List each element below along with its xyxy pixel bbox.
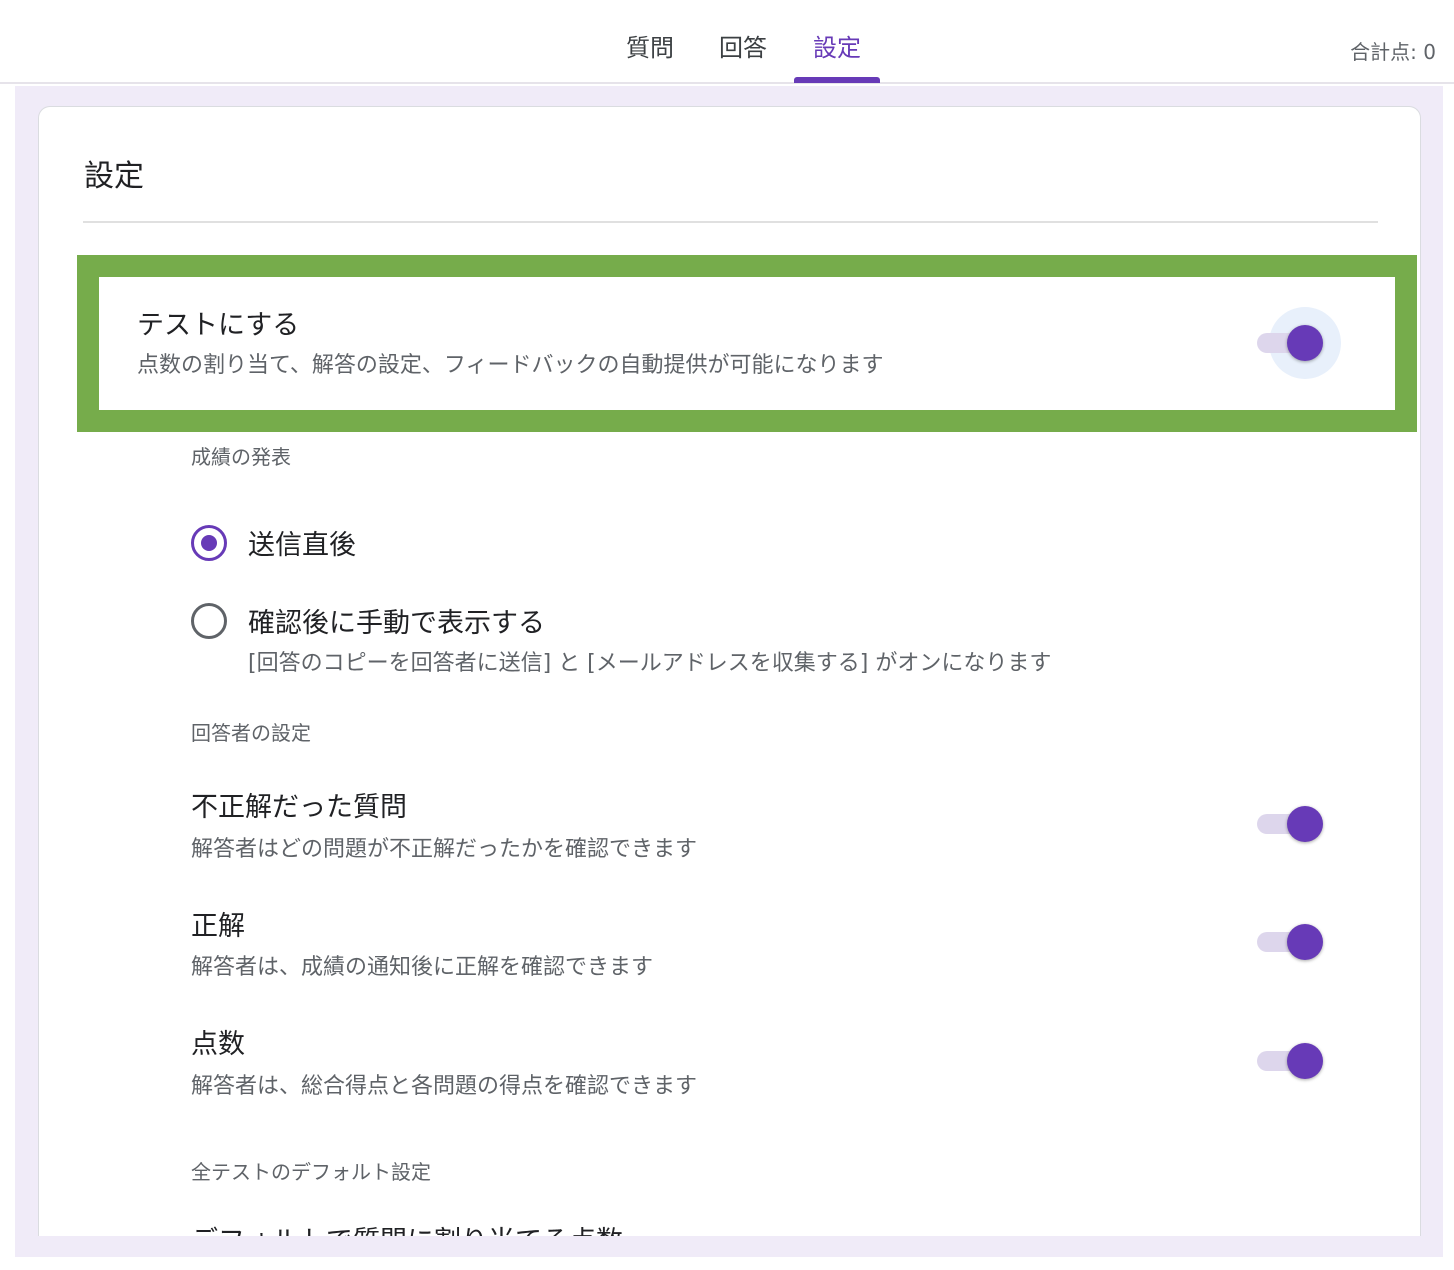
radio-button-unchecked[interactable] xyxy=(191,603,227,639)
total-score-label: 合計点: 0 xyxy=(1350,40,1436,64)
release-section-label: 成績の発表 xyxy=(191,445,291,469)
toggle-knob xyxy=(1287,325,1323,361)
tab-questions[interactable]: 質問 xyxy=(612,28,688,72)
correct-answers-title: 正解 xyxy=(191,911,245,942)
quiz-setting-title: テストにする xyxy=(137,310,300,341)
toggle-knob xyxy=(1287,1043,1323,1079)
quiz-setting-description: 点数の割り当て、解答の設定、フィードバックの自動提供が可能になります xyxy=(137,353,884,378)
respondent-section-label: 回答者の設定 xyxy=(191,721,311,745)
correct-answers-toggle[interactable] xyxy=(1257,922,1325,962)
tab-responses[interactable]: 回答 xyxy=(705,28,781,72)
default-points-title: デフォルトで質問に割り当てる点数 xyxy=(191,1219,623,1236)
point-values-description: 解答者は、総合得点と各問題の得点を確認できます xyxy=(191,1074,698,1099)
settings-card: 設定 テストにする 点数の割り当て、解答の設定、フィードバックの自動提供が可能に… xyxy=(38,106,1421,1236)
toggle-knob xyxy=(1287,924,1323,960)
missed-questions-description: 解答者はどの問題が不正解だったかを確認できます xyxy=(191,837,698,862)
radio-sub-description: [回答のコピーを回答者に送信] と [メールアドレスを収集する] がオンになりま… xyxy=(248,651,1052,676)
top-tab-bar: 質問 回答 設定 合計点: 0 xyxy=(0,0,1454,84)
defaults-section-label: 全テストのデフォルト設定 xyxy=(191,1160,431,1184)
radio-label: 確認後に手動で表示する xyxy=(248,608,545,639)
missed-questions-toggle[interactable] xyxy=(1257,804,1325,844)
point-values-toggle[interactable] xyxy=(1257,1041,1325,1081)
radio-label: 送信直後 xyxy=(248,530,356,561)
point-values-title: 点数 xyxy=(191,1029,245,1060)
active-tab-indicator xyxy=(794,77,880,83)
quiz-setting-highlight: テストにする 点数の割り当て、解答の設定、フィードバックの自動提供が可能になりま… xyxy=(77,255,1417,432)
correct-answers-description: 解答者は、成績の通知後に正解を確認できます xyxy=(191,955,654,980)
title-divider xyxy=(83,221,1378,223)
missed-questions-title: 不正解だった質問 xyxy=(191,792,407,823)
tab-settings[interactable]: 設定 xyxy=(798,28,876,72)
radio-button-checked[interactable] xyxy=(191,525,227,561)
quiz-toggle[interactable] xyxy=(1257,307,1341,379)
toggle-knob xyxy=(1287,806,1323,842)
card-title: 設定 xyxy=(84,159,144,194)
